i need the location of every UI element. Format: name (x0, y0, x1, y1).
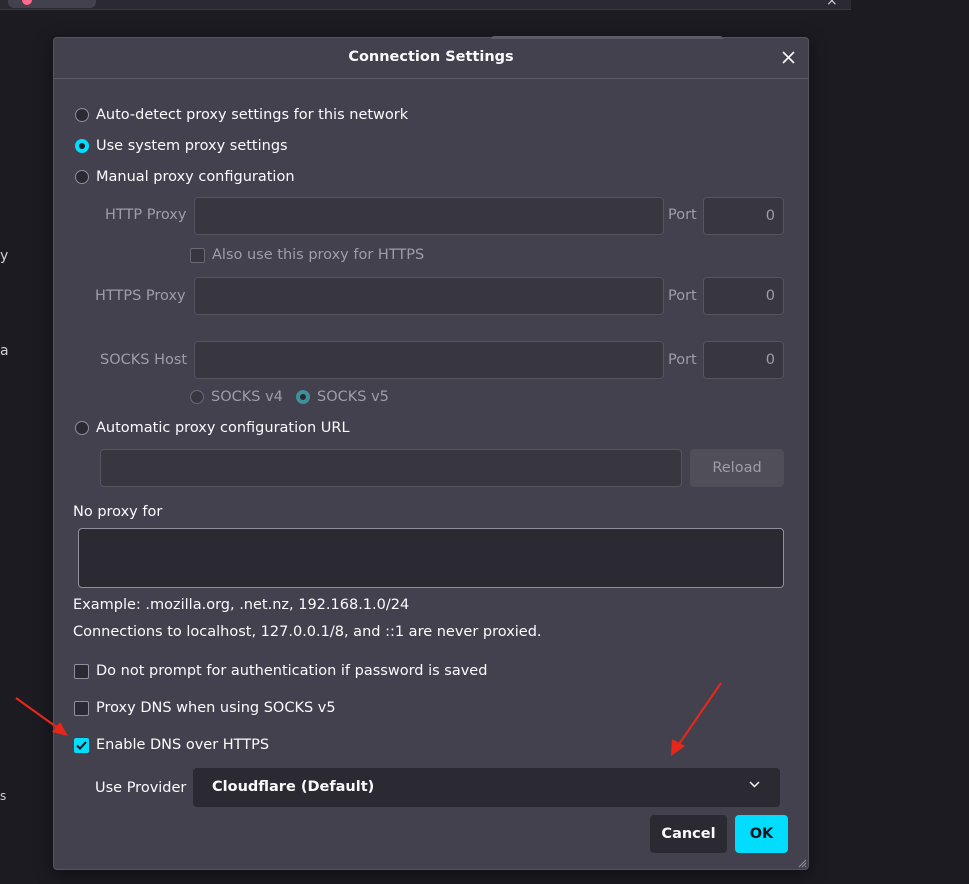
background-text-fragment: y (0, 248, 9, 264)
ok-button[interactable]: OK (735, 815, 788, 853)
also-https-label: Also use this proxy for HTTPS (212, 247, 425, 263)
provider-label: Use Provider (95, 780, 187, 796)
annotation-arrow-icon (671, 682, 722, 756)
http-port-input[interactable]: 0 (703, 197, 784, 235)
socks-v4-option[interactable]: SOCKS v4 (190, 389, 283, 405)
proxy-dns-option[interactable]: Proxy DNS when using SOCKS v5 (74, 700, 336, 716)
auto-detect-label: Auto-detect proxy settings for this netw… (96, 107, 409, 123)
socks-port-input[interactable]: 0 (703, 341, 784, 379)
auto-detect-radio[interactable] (75, 108, 89, 122)
no-auth-prompt-label: Do not prompt for authentication if pass… (96, 663, 488, 679)
close-icon (781, 50, 795, 64)
background-text-fragment: a (0, 343, 9, 359)
localhost-note: Connections to localhost, 127.0.0.1/8, a… (73, 624, 542, 640)
manual-proxy-option[interactable]: Manual proxy configuration (75, 169, 295, 185)
chevron-down-icon (749, 781, 760, 788)
socks-host-label: SOCKS Host (100, 352, 188, 368)
no-proxy-label: No proxy for (73, 504, 163, 520)
dns-over-https-option[interactable]: Enable DNS over HTTPS (74, 737, 269, 753)
http-proxy-label: HTTP Proxy (105, 207, 187, 223)
cancel-button[interactable]: Cancel (650, 815, 727, 853)
socks-v5-label: SOCKS v5 (317, 389, 389, 405)
tab-close-icon[interactable]: × (826, 0, 838, 9)
socks-v4-label: SOCKS v4 (211, 389, 283, 405)
auto-detect-proxy-option[interactable]: Auto-detect proxy settings for this netw… (75, 107, 408, 123)
auto-config-url-input[interactable] (100, 449, 682, 487)
http-proxy-input[interactable] (194, 197, 664, 235)
no-auth-prompt-checkbox[interactable] (74, 663, 89, 679)
socks-v5-option[interactable]: SOCKS v5 (296, 389, 389, 405)
auto-config-radio[interactable] (75, 421, 89, 435)
provider-select-value: Cloudflare (Default) (212, 779, 375, 795)
https-port-value: 0 (765, 288, 775, 304)
socks-port-value: 0 (765, 352, 775, 368)
no-auth-prompt-option[interactable]: Do not prompt for authentication if pass… (74, 663, 487, 679)
no-proxy-example: Example: .mozilla.org, .net.nz, 192.168.… (73, 597, 410, 613)
system-proxy-label: Use system proxy settings (96, 138, 288, 154)
no-proxy-textarea[interactable] (78, 528, 784, 588)
system-proxy-option[interactable]: Use system proxy settings (75, 138, 288, 154)
https-proxy-input[interactable] (194, 277, 664, 315)
resize-grip-icon[interactable] (798, 859, 807, 868)
dialog-title: Connection Settings (348, 49, 514, 65)
close-button[interactable] (778, 47, 798, 67)
socks-v5-radio[interactable] (296, 390, 310, 404)
https-port-input[interactable]: 0 (703, 277, 784, 315)
http-port-label: Port (668, 207, 697, 223)
socks-host-input[interactable] (194, 341, 664, 379)
also-https-checkbox[interactable] (190, 247, 205, 263)
auto-config-label: Automatic proxy configuration URL (96, 420, 350, 436)
manual-proxy-radio[interactable] (75, 170, 89, 184)
https-proxy-label: HTTPS Proxy (95, 288, 186, 304)
browser-tab-strip: × (0, 0, 851, 10)
dialog-header: Connection Settings (54, 38, 808, 79)
background-text-fragment: s (0, 789, 7, 803)
provider-select[interactable]: Cloudflare (Default) (193, 768, 780, 807)
also-https-option[interactable]: Also use this proxy for HTTPS (190, 247, 424, 263)
auto-config-option[interactable]: Automatic proxy configuration URL (75, 420, 350, 436)
reload-button[interactable]: Reload (690, 449, 784, 487)
proxy-dns-label: Proxy DNS when using SOCKS v5 (96, 700, 336, 716)
https-port-label: Port (668, 288, 697, 304)
dns-over-https-label: Enable DNS over HTTPS (96, 737, 270, 753)
socks-v4-radio[interactable] (190, 390, 204, 404)
system-proxy-radio[interactable] (75, 139, 89, 153)
annotation-arrow-icon (15, 697, 68, 736)
manual-proxy-label: Manual proxy configuration (96, 169, 295, 185)
socks-port-label: Port (668, 352, 697, 368)
http-port-value: 0 (765, 208, 775, 224)
